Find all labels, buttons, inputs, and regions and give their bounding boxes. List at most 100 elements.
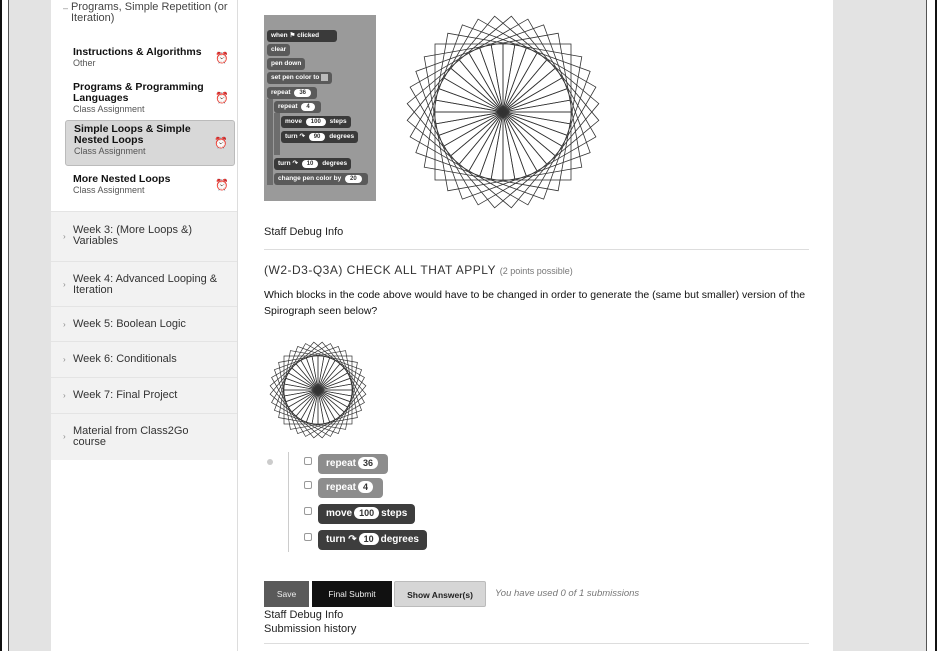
divider [264,249,809,250]
sidebar-item-programs-simple-repetition[interactable]: – Programs, Simple Repetition (or Iterat… [63,1,231,24]
right-gutter [833,0,927,651]
spiro-square [450,111,548,209]
submission-history-link[interactable]: Submission history [264,623,356,635]
sidebar-week-6[interactable]: › Week 6: Conditionals [51,341,237,377]
lesson-subtitle: Class Assignment [74,146,146,156]
sidebar-material-class2go[interactable]: › Material from Class2Go course [51,413,237,460]
week-label: Week 6: Conditionals [73,353,177,365]
sidebar-lesson-more-nested-loops[interactable]: More Nested Loops Class Assignment ⏰ [65,171,235,198]
lesson-title: Instructions & Algorithms [73,46,202,58]
question-text: Which blocks in the code above would hav… [264,289,806,317]
status-indicator [267,459,273,465]
sidebar-lesson-instructions-algorithms[interactable]: Instructions & Algorithms Other ⏰ [65,44,235,71]
week-label: Week 4: Advanced Looping & Iteration [73,273,218,296]
spiro-square [415,88,504,177]
lesson-title: Simple Loops & Simple Nested Loops [74,123,191,146]
lesson-subtitle: Class Assignment [73,104,145,114]
week-label: Week 7: Final Project [73,389,178,401]
sidebar-week-4[interactable]: › Week 4: Advanced Looping & Iteration [51,261,237,306]
spiro-square [479,111,568,200]
spirograph-large-image [406,15,600,209]
spiro-square [502,47,591,136]
turn-10-block: turn ↷ 10 degrees [274,158,352,170]
spiro-square [406,59,504,157]
clock-icon: ⏰ [214,137,228,150]
pen-down-block: pen down [267,58,306,70]
left-gutter [8,0,51,651]
spiro-square [450,15,548,113]
question-header: (W2-D3-Q3A) CHECK ALL THAT APPLY (2 poin… [264,263,573,277]
sidebar-week-3[interactable]: › Week 3: (More Loops &) Variables [51,211,237,261]
spiro-square [415,47,504,136]
question-id: (W2-D3-Q3A) CHECK ALL THAT APPLY [264,263,496,277]
clock-icon: ⏰ [215,179,229,191]
turn-90-block: turn ↷ 90 degrees [281,131,359,143]
sidebar-lesson-simple-loops-active[interactable]: Simple Loops & Simple Nested Loops Class… [65,120,235,166]
lesson-subtitle: Other [73,58,96,68]
repeat-outer-block: repeat 36 [267,87,318,99]
spiro-square [468,18,563,113]
spiro-square [502,67,600,165]
save-button[interactable]: Save [264,581,309,607]
chevron-right-icon: › [63,320,66,329]
clock-icon: ⏰ [215,92,229,105]
question-points: (2 points possible) [499,266,573,276]
scratch-program-image: when ⚑ clicked clear pen down set pen co… [264,15,376,201]
spiro-square [502,52,597,147]
move-block: move 100 steps [281,116,351,128]
lesson-title: More Nested Loops [73,173,171,185]
spirograph-small-image [269,341,367,439]
main-content: when ⚑ clicked clear pen down set pen co… [238,0,833,651]
spiro-square [438,24,527,113]
chevron-right-icon: › [63,280,66,289]
checkbox[interactable] [304,533,312,541]
sidebar-lesson-programs-languages[interactable]: Programs & Programming Languages Class A… [65,79,235,117]
staff-debug-info-link[interactable]: Staff Debug Info [264,226,343,238]
sidebar-item-label: Programs, Simple Repetition (or Iteratio… [71,1,228,24]
choice-block: move 100 steps [318,504,416,524]
set-pen-color-block: set pen color to [267,72,333,84]
lesson-subtitle: Class Assignment [73,185,145,195]
green-flag-icon: ⚑ [289,32,296,39]
clock-icon: ⏰ [215,52,229,64]
spiro-square [479,24,568,113]
show-answers-button[interactable]: Show Answer(s) [394,581,486,607]
checkbox[interactable] [304,481,312,489]
chevron-right-icon: › [63,232,66,241]
divider [264,643,809,644]
chevron-right-icon: › [63,391,66,400]
course-sidebar: – Programs, Simple Repetition (or Iterat… [51,0,238,651]
week-label: Week 5: Boolean Logic [73,318,186,330]
change-pen-color-block: change pen color by 20 [274,173,368,185]
sidebar-week-7[interactable]: › Week 7: Final Project [51,377,237,413]
spiro-square [438,111,527,200]
checkbox[interactable] [304,457,312,465]
final-submit-button[interactable]: Final Submit [312,581,392,607]
spiro-square [502,59,600,157]
spiro-square [409,52,504,147]
options-divider [288,452,289,552]
choice-block: repeat 4 [318,478,384,498]
checkbox[interactable] [304,507,312,515]
clear-block: clear [267,44,291,56]
spiro-square [458,15,556,113]
staff-debug-info-link-2[interactable]: Staff Debug Info [264,609,343,621]
spiro-square [458,111,556,209]
when-clicked-block: when ⚑ clicked [267,30,337,42]
spiro-square [468,111,563,206]
week-label: Material from Class2Go course [73,425,189,448]
spiro-square [502,88,591,177]
bullet-icon: – [63,3,69,13]
repeat-inner-block: repeat 4 [274,101,321,113]
lesson-title: Programs & Programming Languages [73,81,204,104]
spiro-square [443,18,538,113]
spiro-square [409,77,504,172]
submissions-count: You have used 0 of 1 submissions [495,588,640,599]
week-label: Week 3: (More Loops &) Variables [73,224,193,247]
spiro-square [443,111,538,206]
choice-block: turn ↷ 10 degrees [318,530,427,550]
choice-block: repeat 36 [318,454,389,474]
sidebar-week-5[interactable]: › Week 5: Boolean Logic [51,306,237,341]
chevron-right-icon: › [63,432,66,441]
chevron-right-icon: › [63,355,66,364]
